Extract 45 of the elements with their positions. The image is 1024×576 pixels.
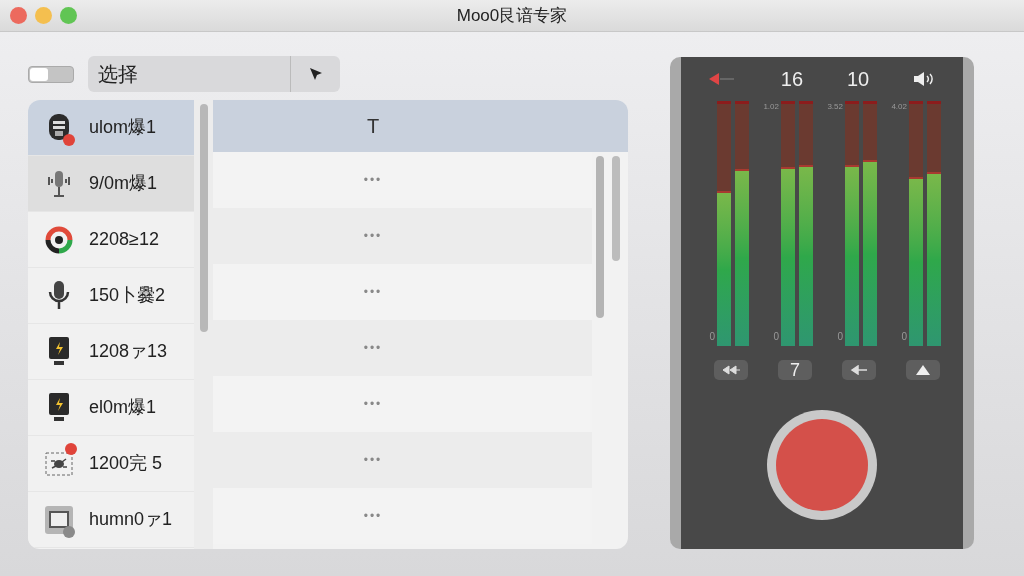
monitor-icon — [46, 391, 72, 424]
monitor-icon — [46, 335, 72, 368]
scale-label: 4.02 — [891, 101, 907, 113]
scale-label: 3.52 — [827, 101, 843, 113]
source-label: 150卜爨2 — [89, 284, 166, 307]
left-arrow-icon — [709, 73, 737, 85]
scale-label: 0 — [901, 330, 907, 344]
minimize-button[interactable] — [35, 7, 52, 24]
toggle-switch[interactable] — [28, 65, 74, 83]
microphone-icon — [46, 112, 72, 143]
scale-label: 1.02 — [763, 101, 779, 113]
zoom-button[interactable] — [60, 7, 77, 24]
source-label: 1200完 5 — [89, 452, 163, 475]
close-button[interactable] — [10, 7, 27, 24]
scale-label: 0 — [773, 330, 779, 344]
meter-value: 16 — [780, 67, 804, 92]
source-label: 2208≥12 — [89, 228, 159, 251]
select-field[interactable]: 选择 — [88, 56, 340, 92]
source-label: humn0ァ1 — [89, 508, 173, 531]
chip-icon — [44, 504, 74, 535]
source-label: 9/0m爆1 — [89, 172, 158, 195]
speaker-icon — [913, 72, 935, 86]
microphone-icon — [46, 279, 72, 312]
meter-button[interactable] — [842, 360, 876, 380]
arrow-icon — [850, 365, 868, 375]
cursor-icon — [307, 66, 324, 82]
scrollbar-thumb[interactable] — [612, 156, 620, 261]
ring-icon — [44, 224, 74, 255]
meter-button[interactable] — [714, 360, 748, 380]
scrollbar-thumb[interactable] — [596, 156, 604, 318]
source-item[interactable]: ulom爆1 — [28, 100, 194, 156]
scrollbar-thumb[interactable] — [199, 104, 208, 332]
window-title: Moo0艮谙专家 — [456, 4, 568, 27]
meter-button[interactable] — [906, 360, 940, 380]
triangle-icon — [916, 365, 930, 375]
scale-label: 0 — [709, 330, 715, 344]
source-label: 1208ァ13 — [89, 340, 168, 363]
source-label: ulom爆1 — [89, 116, 157, 139]
meter-value: 10 — [846, 67, 870, 92]
source-item[interactable]: 9/0m爆1 — [28, 156, 194, 212]
scale-label: 0 — [837, 330, 843, 344]
rewind-icon — [722, 365, 740, 375]
source-label: el0m爆1 — [89, 396, 157, 419]
microphone-icon — [46, 168, 72, 199]
meter-button[interactable]: 7 — [778, 360, 812, 380]
